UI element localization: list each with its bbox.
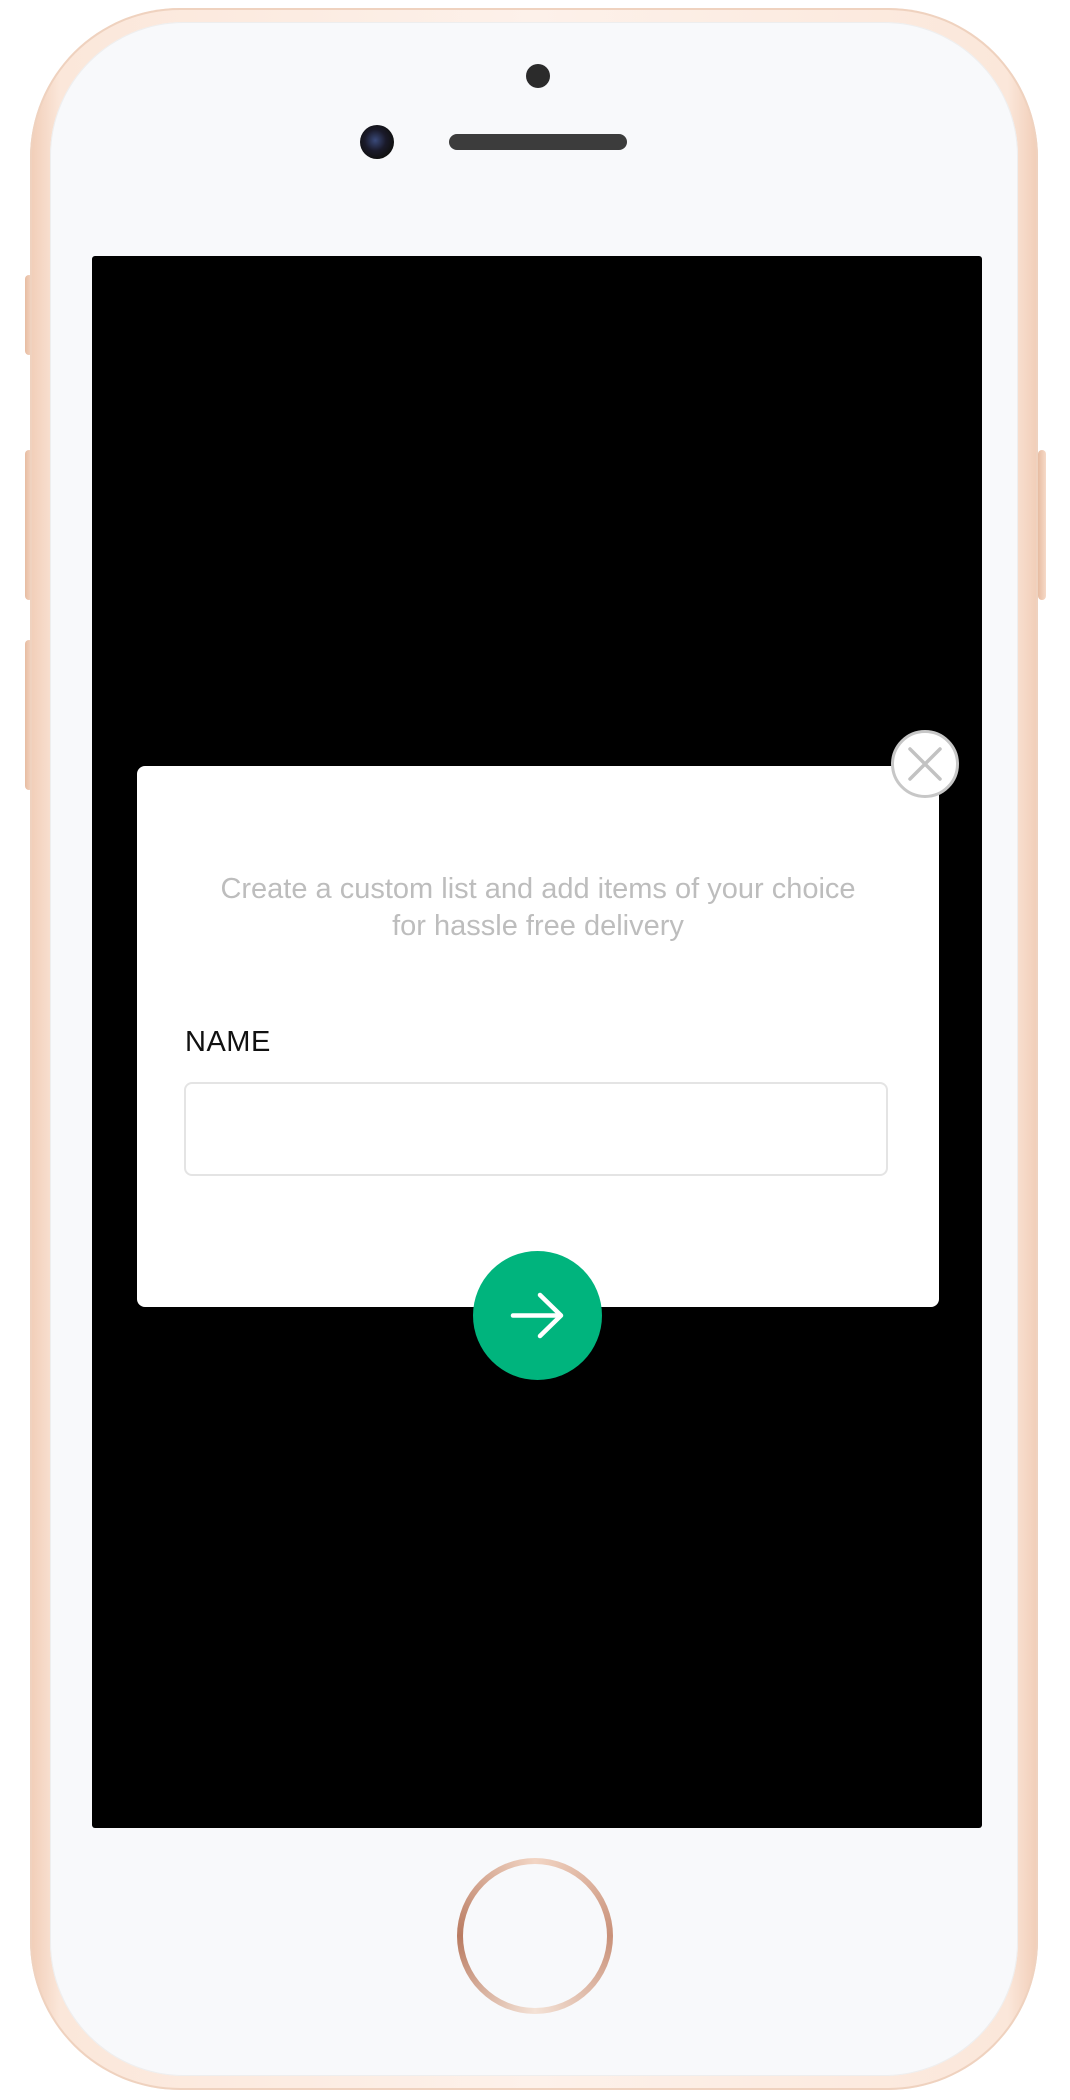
home-button[interactable]: [457, 1858, 613, 2014]
device-mockup: Create a custom list and add items of yo…: [0, 0, 1070, 2100]
next-button[interactable]: [473, 1251, 602, 1380]
arrow-right-icon: [510, 1292, 564, 1339]
proximity-sensor: [526, 64, 550, 88]
close-icon: [908, 747, 942, 781]
name-field-label: NAME: [185, 1026, 271, 1058]
front-camera-icon: [360, 125, 394, 159]
modal-description: Create a custom list and add items of yo…: [137, 871, 939, 945]
name-input[interactable]: [184, 1082, 888, 1176]
modal-description-line-1: Create a custom list and add items of yo…: [220, 873, 856, 905]
home-button-surface: [463, 1864, 607, 2008]
power-button: [1038, 450, 1046, 600]
close-button[interactable]: [891, 730, 959, 798]
create-list-modal: Create a custom list and add items of yo…: [137, 766, 939, 1307]
earpiece-speaker: [449, 134, 627, 150]
modal-description-line-2: for hassle free delivery: [392, 910, 684, 942]
